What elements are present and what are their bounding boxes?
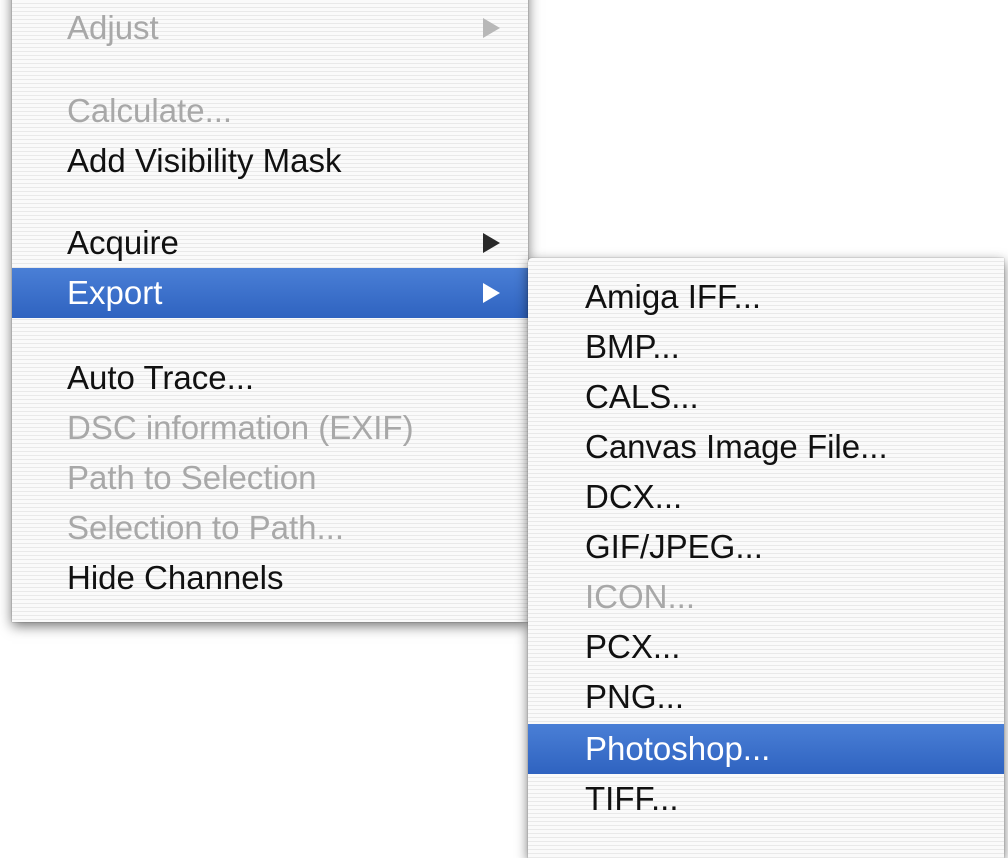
menu-item-label: Canvas Image File...: [585, 428, 888, 465]
submenu-arrow-icon: [483, 18, 500, 38]
menu-item-label: Photoshop...: [585, 730, 771, 767]
menu-item-label: ICON...: [585, 578, 696, 615]
menu-item-label: BMP...: [585, 328, 680, 365]
context-menu: Adjust Calculate... Add Visibility Mask …: [12, 0, 528, 622]
submenu-item-png[interactable]: PNG...: [528, 672, 1004, 722]
menu-item-label: Path to Selection: [67, 459, 317, 496]
menu-item-hide-channels[interactable]: Hide Channels: [12, 553, 528, 603]
menu-item-label: Selection to Path...: [67, 509, 345, 546]
submenu-item-dcx[interactable]: DCX...: [528, 472, 1004, 522]
menu-item-dsc-information[interactable]: DSC information (EXIF): [12, 403, 528, 453]
submenu-item-gif-jpeg[interactable]: GIF/JPEG...: [528, 522, 1004, 572]
menu-item-label: TIFF...: [585, 780, 679, 817]
submenu-arrow-icon: [483, 233, 500, 253]
menu-item-label: Auto Trace...: [67, 359, 255, 396]
submenu-item-cals[interactable]: CALS...: [528, 372, 1004, 422]
menu-item-label: CALS...: [585, 378, 699, 415]
menu-item-label: Adjust: [67, 9, 159, 46]
menu-item-label: PNG...: [585, 678, 685, 715]
submenu-item-amiga-iff[interactable]: Amiga IFF...: [528, 272, 1004, 322]
submenu-item-canvas-image-file[interactable]: Canvas Image File...: [528, 422, 1004, 472]
menu-item-label: Amiga IFF...: [585, 278, 762, 315]
menu-item-label: Calculate...: [67, 92, 233, 129]
menu-item-label: DCX...: [585, 478, 683, 515]
menu-item-auto-trace[interactable]: Auto Trace...: [12, 353, 528, 403]
submenu-item-bmp[interactable]: BMP...: [528, 322, 1004, 372]
menu-item-calculate[interactable]: Calculate...: [12, 86, 528, 136]
menu-item-label: Hide Channels: [67, 559, 284, 596]
menu-item-export[interactable]: Export: [12, 268, 528, 318]
menu-item-adjust[interactable]: Adjust: [12, 3, 528, 53]
menu-item-label: Add Visibility Mask: [67, 142, 342, 179]
menu-item-label: DSC information (EXIF): [67, 409, 414, 446]
submenu-item-tiff[interactable]: TIFF...: [528, 774, 1004, 824]
menu-item-label: Acquire: [67, 224, 179, 261]
menu-item-label: GIF/JPEG...: [585, 528, 763, 565]
menu-item-path-to-selection[interactable]: Path to Selection: [12, 453, 528, 503]
submenu-arrow-icon: [483, 283, 500, 303]
menu-item-label: PCX...: [585, 628, 681, 665]
menu-item-label: Export: [67, 274, 163, 311]
export-submenu: Amiga IFF... BMP... CALS... Canvas Image…: [528, 258, 1004, 858]
submenu-item-icon[interactable]: ICON...: [528, 572, 1004, 622]
submenu-item-pcx[interactable]: PCX...: [528, 622, 1004, 672]
menu-item-add-visibility-mask[interactable]: Add Visibility Mask: [12, 136, 528, 186]
menu-item-acquire[interactable]: Acquire: [12, 218, 528, 268]
submenu-item-photoshop[interactable]: Photoshop...: [528, 724, 1004, 774]
menu-item-selection-to-path[interactable]: Selection to Path...: [12, 503, 528, 553]
